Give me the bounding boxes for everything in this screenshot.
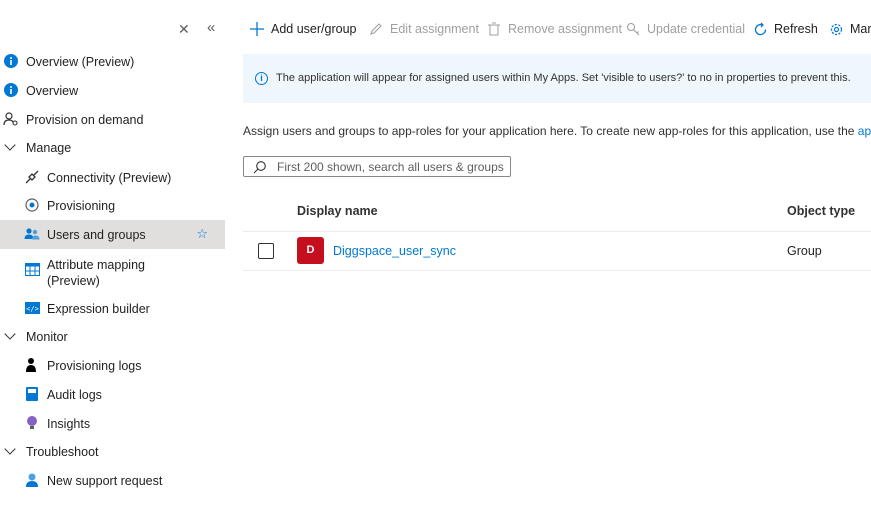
sidebar-item-users-and-groups[interactable]: Users and groups ☆ [0,220,225,249]
sidebar-item-overview-preview[interactable]: Overview (Preview) [0,47,225,76]
sidebar-group-label: Troubleshoot [26,444,99,459]
column-header-display-name[interactable]: Display name [297,204,378,218]
sidebar-item-label: Provisioning logs [47,358,142,373]
chevron-down-icon [4,139,16,151]
chevron-down-icon [4,443,16,455]
sidebar-item-label: Attribute mapping (Preview) [47,258,145,288]
search-input[interactable]: First 200 shown, search all users & grou… [243,156,511,177]
code-icon: </> [24,300,40,316]
users-icon [24,226,40,242]
manage-button[interactable]: Mar [828,17,871,41]
table-icon [24,261,40,277]
info-icon [3,82,19,98]
edit-assignment-label: Edit assignment [390,22,479,36]
support-person-icon [24,472,40,488]
sidebar-item-provisioning-logs[interactable]: Provisioning logs [0,351,225,380]
info-banner: i The application will appear for assign… [243,54,871,103]
refresh-icon [752,21,768,37]
object-type: Group [787,244,822,258]
main-content: Add user/group Edit assignment Remove as… [243,0,871,519]
sidebar-item-label: Overview [26,83,79,98]
search-icon [253,160,267,177]
remove-assignment-label: Remove assignment [508,22,622,36]
banner-text: The application will appear for assigned… [276,72,851,84]
pencil-icon [368,21,384,37]
update-credential-label: Update credential [647,22,745,36]
sidebar-item-label: Audit logs [47,387,102,402]
sidebar-item-label: Provisioning [47,198,116,213]
row-checkbox[interactable] [258,243,274,259]
sidebar-item-label: Connectivity (Preview) [47,170,172,185]
gear-icon [828,21,844,37]
update-credential-button[interactable]: Update credential [625,17,745,41]
plug-icon [24,169,40,185]
chevron-down-icon [4,328,16,340]
sidebar-item-attribute-mapping[interactable]: Attribute mapping (Preview) [0,250,225,288]
refresh-label: Refresh [774,22,818,36]
sidebar-item-audit-logs[interactable]: Audit logs [0,380,225,409]
sidebar-item-label: Overview (Preview) [26,54,135,69]
info-icon: i [255,72,268,85]
app-registration-link[interactable]: applic [858,124,871,138]
add-user-group-button[interactable]: Add user/group [249,17,356,41]
manage-label: Mar [850,22,871,36]
provisioning-icon [24,197,40,213]
sidebar-item-label: New support request [47,473,163,488]
display-name-link[interactable]: Diggspace_user_sync [333,244,456,258]
sidebar-top-controls: ✕ « [0,18,225,42]
sidebar-group-manage[interactable]: Manage [0,133,225,162]
search-placeholder: First 200 shown, search all users & grou… [277,160,504,174]
table-row[interactable]: D Diggspace_user_sync Group [243,232,871,271]
sidebar-item-label: Expression builder [47,301,150,316]
sidebar-group-monitor[interactable]: Monitor [0,322,225,351]
info-icon [3,53,19,69]
sidebar-item-provisioning[interactable]: Provisioning [0,191,225,220]
sidebar-group-label: Manage [26,140,72,155]
book-icon [24,386,40,402]
plus-icon [249,21,265,37]
svg-text:</>: </> [26,305,39,313]
edit-assignment-button[interactable]: Edit assignment [368,17,479,41]
add-user-group-label: Add user/group [271,22,357,36]
lightbulb-icon [24,415,40,431]
close-icon[interactable]: ✕ [178,21,190,38]
key-icon [625,21,641,37]
person-key-icon [3,111,19,127]
sidebar-item-new-support-request[interactable]: New support request [0,466,225,495]
sidebar-item-overview[interactable]: Overview [0,76,225,105]
sidebar: ✕ « Overview (Preview) Overview Provisio… [0,0,225,519]
sidebar-item-connectivity[interactable]: Connectivity (Preview) [0,163,225,192]
sidebar-item-provision-on-demand[interactable]: Provision on demand [0,105,225,134]
sidebar-item-label: Insights [47,416,91,431]
description-text: Assign users and groups to app-roles for… [243,124,858,138]
sidebar-item-label: Provision on demand [26,112,144,127]
collapse-icon[interactable]: « [207,19,215,36]
sidebar-group-troubleshoot[interactable]: Troubleshoot [0,437,225,466]
refresh-button[interactable]: Refresh [752,17,818,41]
column-header-object-type[interactable]: Object type [787,204,855,218]
star-icon[interactable]: ☆ [196,226,208,242]
sidebar-item-label: Users and groups [47,227,146,242]
avatar: D [297,237,324,264]
trash-icon [486,21,502,37]
remove-assignment-button[interactable]: Remove assignment [486,17,622,41]
assignment-description: Assign users and groups to app-roles for… [243,124,871,138]
person-log-icon [24,357,40,373]
sidebar-group-label: Monitor [26,329,68,344]
sidebar-item-insights[interactable]: Insights [0,409,225,438]
sidebar-item-expression-builder[interactable]: </> Expression builder [0,294,225,323]
